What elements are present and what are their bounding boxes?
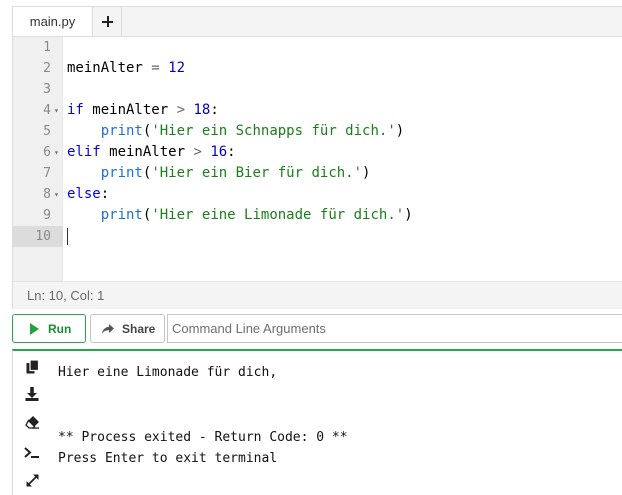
code-token: ) [362, 165, 371, 181]
code-token: meinAlter [67, 60, 143, 76]
code-token: 18 [193, 102, 211, 118]
code-token: : [210, 102, 219, 118]
editor-status: Ln: 10, Col: 1 [13, 283, 622, 309]
share-button-label: Share [122, 321, 156, 336]
code-line[interactable]: 2 meinAlter = 12 [13, 58, 622, 79]
line-number: 5 [43, 124, 51, 139]
code-line[interactable]: 3 [13, 79, 622, 100]
code-token: print [100, 207, 143, 223]
fold-toggle-icon[interactable]: ▾ [54, 142, 63, 163]
code-text: meinAlter = 12 [67, 58, 185, 79]
code-token: print [100, 165, 143, 181]
fold-toggle-icon[interactable]: ▾ [54, 184, 63, 205]
code-token: 16 [210, 144, 228, 160]
line-number: 3 [43, 82, 51, 97]
code-token: > [193, 144, 202, 160]
play-icon [30, 322, 39, 335]
fold-toggle-icon[interactable]: ▾ [54, 100, 63, 121]
editor-tabbar: main.py [13, 7, 622, 37]
code-line[interactable]: 6 ▾ elif meinAlter > 16: [13, 142, 622, 163]
command-line-arguments-input[interactable] [167, 314, 622, 343]
tab-main-py[interactable]: main.py [13, 7, 93, 37]
code-lines[interactable]: 1 2 meinAlter = 12 3 4 ▾ if meinAlter > 18: 5 p… [13, 37, 622, 247]
terminal-line: Hier eine Limonade für dich, [58, 365, 278, 380]
code-text: print('Hier ein Bier für dich.') [67, 163, 371, 184]
terminal-line: ** Process exited - Return Code: 0 ** [58, 429, 348, 445]
code-editor: main.py 1 2 meinAlter = 12 3 4 ▾ if meinAlter … [12, 6, 622, 309]
add-tab-button[interactable] [94, 7, 122, 36]
terminal-output: Hier eine Limonade für dich, ** Process … [58, 362, 348, 470]
share-icon [102, 323, 114, 334]
terminal-sidebar [13, 351, 51, 495]
code-line[interactable]: 8 ▾ else: [13, 184, 622, 205]
code-token: ) [395, 123, 405, 139]
code-token: meinAlter [83, 102, 177, 118]
expand-icon[interactable] [24, 472, 40, 488]
code-area[interactable]: 1 2 meinAlter = 12 3 4 ▾ if meinAlter > 18: 5 p… [13, 36, 622, 282]
code-line[interactable]: 10 [13, 226, 622, 247]
code-text: print('Hier eine Limonade für dich.') [67, 205, 413, 226]
share-button[interactable]: Share [90, 314, 165, 343]
code-text: elif meinAlter > 16: [67, 142, 236, 163]
code-line[interactable]: 1 [13, 37, 622, 58]
code-token: 'Hier ein Bier für dich.' [151, 165, 363, 181]
code-token: print [100, 123, 143, 139]
terminal-panel[interactable]: Hier eine Limonade für dich, ** Process … [12, 349, 622, 495]
copy-icon[interactable] [24, 359, 40, 375]
download-icon[interactable] [24, 386, 40, 402]
code-token: 12 [168, 60, 186, 76]
code-token: > [176, 102, 186, 118]
code-token: = [151, 60, 160, 76]
code-token: : [100, 186, 110, 202]
code-text: print('Hier ein Schnapps für dich.') [67, 121, 404, 142]
line-number: 7 [43, 166, 51, 181]
line-number: 2 [43, 61, 51, 76]
code-token: elif [67, 144, 101, 160]
run-button[interactable]: Run [12, 314, 86, 343]
code-token: else [67, 186, 101, 202]
code-token: 'Hier ein Schnapps für dich.' [151, 123, 396, 139]
line-number: 10 [13, 226, 63, 247]
code-text: else: [67, 184, 109, 205]
terminal-line: Press Enter to exit terminal [58, 451, 278, 466]
line-number: 9 [43, 208, 51, 223]
terminal-prompt-icon[interactable] [24, 444, 40, 460]
code-line[interactable]: 5 print('Hier ein Schnapps für dich.') [13, 121, 622, 142]
code-token: ) [404, 207, 413, 223]
code-line[interactable]: 4 ▾ if meinAlter > 18: [13, 100, 622, 121]
line-number: 1 [43, 40, 51, 55]
code-token: 'Hier eine Limonade für dich.' [151, 207, 405, 223]
code-token: meinAlter [100, 144, 194, 160]
code-text: if meinAlter > 18: [67, 100, 219, 121]
text-cursor [67, 228, 68, 245]
code-line[interactable]: 7 print('Hier ein Bier für dich.') [13, 163, 622, 184]
code-token: : [227, 144, 236, 160]
eraser-icon[interactable] [24, 414, 40, 430]
run-button-label: Run [48, 321, 72, 336]
code-token: if [67, 102, 84, 118]
code-line[interactable]: 9 print('Hier eine Limonade für dich.') [13, 205, 622, 226]
